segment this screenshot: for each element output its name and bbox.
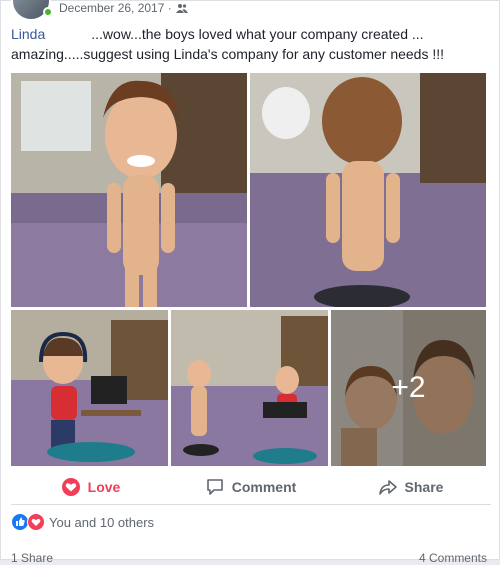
shares-count[interactable]: 1 Share xyxy=(11,551,53,565)
comment-button[interactable]: Comment xyxy=(171,469,331,504)
heart-icon xyxy=(61,477,80,496)
photo-bobblehead-front[interactable] xyxy=(11,73,247,307)
share-label: Share xyxy=(404,478,444,495)
reactions-text: You and 10 others xyxy=(49,514,155,530)
photo-bobblehead-back[interactable] xyxy=(250,73,486,307)
photo-gamer-figure[interactable] xyxy=(11,310,168,466)
author-mention-link[interactable]: Linda xyxy=(11,26,45,42)
post-text-line2: amazing.....suggest using Linda's compan… xyxy=(11,46,445,62)
comments-count[interactable]: 4 Comments xyxy=(419,551,487,565)
share-button[interactable]: Share xyxy=(331,469,491,504)
post-text: Linda ...wow...the boys loved what your c… xyxy=(11,24,491,64)
comment-icon xyxy=(206,478,224,496)
friends-icon[interactable] xyxy=(175,3,188,13)
photo-face-comparison[interactable]: +2 xyxy=(331,310,486,466)
share-icon xyxy=(378,478,397,496)
post-action-bar: Love Comment Share xyxy=(11,469,491,505)
love-label: Love xyxy=(87,478,121,495)
post-text-line1: ...wow...the boys loved what your compan… xyxy=(91,26,424,42)
more-photos-overlay[interactable]: +2 xyxy=(331,310,486,466)
post-meta: December 26, 2017 · xyxy=(59,1,188,15)
reactions-summary[interactable]: You and 10 others xyxy=(11,513,154,531)
comment-label: Comment xyxy=(231,478,297,495)
post-date[interactable]: December 26, 2017 · xyxy=(59,1,172,15)
photo-both-figures[interactable] xyxy=(171,310,328,466)
heart-reaction-icon xyxy=(27,513,45,531)
post-card: December 26, 2017 · Linda ...wow...the bo… xyxy=(0,0,500,565)
love-button[interactable]: Love xyxy=(11,469,171,504)
online-status-icon xyxy=(43,7,53,17)
